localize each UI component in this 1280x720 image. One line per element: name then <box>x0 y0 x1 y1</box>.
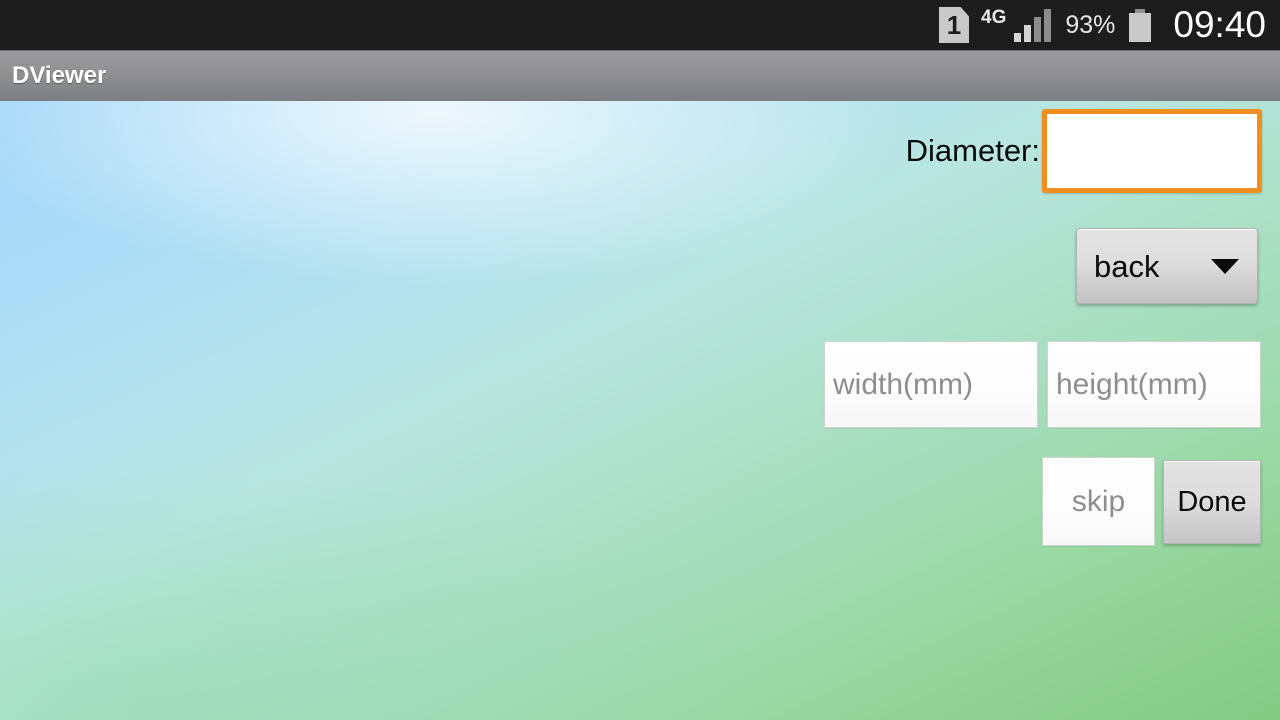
chevron-down-icon <box>1211 258 1239 274</box>
skip-input[interactable] <box>1042 457 1155 546</box>
height-input[interactable] <box>1047 341 1261 428</box>
signal-bars-icon <box>1014 8 1052 42</box>
direction-spinner-value: back <box>1094 248 1160 284</box>
controls-column: Diameter: back Done <box>792 101 1262 720</box>
app-title-bar: DViewer <box>0 50 1280 101</box>
network-type-label: 4G <box>981 7 1007 28</box>
diameter-input[interactable] <box>1042 109 1262 193</box>
sim-card-label: 1 <box>946 10 962 40</box>
status-bar-icons: 1 4G 93% 09:40 <box>939 3 1266 45</box>
done-button[interactable]: Done <box>1163 460 1261 544</box>
direction-spinner[interactable]: back <box>1076 228 1258 304</box>
diameter-label: Diameter: <box>905 132 1040 168</box>
action-row: Done <box>1042 457 1261 546</box>
content-area: Diameter: back Done <box>0 101 1280 720</box>
battery-percent-label: 93% <box>1065 10 1116 39</box>
status-bar-clock: 09:40 <box>1173 3 1266 45</box>
status-bar: 1 4G 93% 09:40 <box>0 0 1280 50</box>
page-title: DViewer <box>12 62 107 89</box>
battery-icon <box>1129 8 1152 42</box>
sim-card-icon: 1 <box>939 7 969 43</box>
width-input[interactable] <box>824 341 1038 428</box>
dimension-row <box>824 341 1261 428</box>
app-screen: 1 4G 93% 09:40 DViewer Diameter: back wi… <box>0 0 1280 720</box>
diameter-row: Diameter: <box>906 109 1262 193</box>
